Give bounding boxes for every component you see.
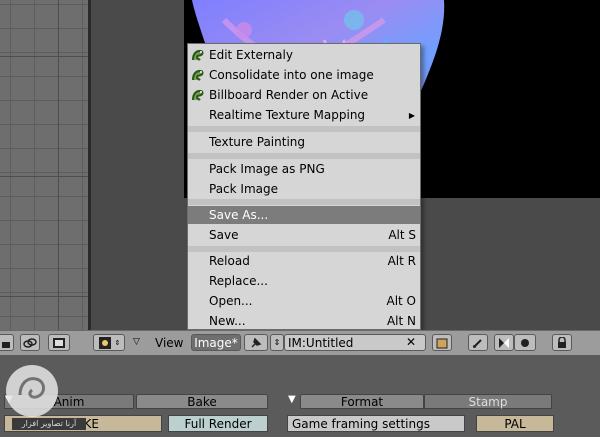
- menu-item-pack-image[interactable]: Pack Image: [188, 180, 420, 198]
- menu-item-consolidate-into-one-image[interactable]: Consolidate into one image: [188, 66, 420, 84]
- link-icon[interactable]: [20, 334, 40, 351]
- menu-item-billboard-render-on-active[interactable]: Billboard Render on Active: [188, 86, 420, 104]
- menu-item-label: Save As...: [209, 208, 269, 222]
- submenu-arrow-icon: ▶: [408, 110, 415, 120]
- menu-item-shortcut: Alt R: [387, 254, 416, 268]
- buttons-window: Anim ▼ Bake BAKE Full Render ▼ Format St…: [0, 355, 600, 437]
- menu-item-pack-image-as-png[interactable]: Pack Image as PNG: [188, 160, 420, 178]
- python-script-icon: [191, 69, 204, 81]
- chevron-updown-icon: ⇕: [114, 338, 121, 347]
- menu-item-label: Save: [209, 228, 239, 242]
- watermark-text: آرنا تصاویر افزار: [12, 418, 86, 430]
- menu-item-label: Consolidate into one image: [209, 68, 374, 82]
- collapse-menus-icon[interactable]: ▽: [133, 337, 140, 347]
- menu-item-shortcut: Alt S: [388, 228, 416, 242]
- python-script-icon: [191, 49, 204, 61]
- left-3d-viewport[interactable]: [0, 0, 88, 330]
- menu-item-label: Texture Painting: [209, 135, 305, 149]
- menu-item-realtime-texture-mapping[interactable]: Realtime Texture Mapping ▶: [188, 106, 420, 124]
- pal-preset-button[interactable]: PAL: [476, 415, 554, 432]
- browse-image-updown-icon[interactable]: ⇕: [270, 334, 284, 351]
- menu-item-label: Realtime Texture Mapping: [209, 108, 366, 122]
- menu-item-texture-painting[interactable]: Texture Painting: [188, 133, 420, 151]
- menu-item-save-as[interactable]: Save As...: [188, 206, 420, 224]
- menu-separator: [188, 126, 420, 132]
- menu-item-label: Open...: [209, 294, 253, 308]
- image-name-field[interactable]: IM:Untitled: [284, 334, 426, 351]
- image-menu-popup: Edit Externaly Consolidate into one imag…: [187, 43, 421, 330]
- menu-item-label: Edit Externaly: [209, 48, 293, 62]
- full-render-button[interactable]: Full Render: [168, 415, 268, 432]
- padlock-icon[interactable]: [552, 334, 572, 351]
- menu-item-label: Reload: [209, 254, 250, 268]
- image-editor-header: ⇕ ▽ View Image* ⇕ IM:Untitled ✕: [0, 330, 600, 356]
- pack-image-icon[interactable]: [432, 334, 452, 351]
- uv-image-editor-icon: [98, 336, 111, 349]
- alpha-channel-icon[interactable]: [494, 334, 514, 351]
- menu-item-label: Pack Image as PNG: [209, 162, 325, 176]
- tab-format[interactable]: Format: [300, 394, 424, 409]
- pin-icon[interactable]: [244, 334, 268, 351]
- texture-paint-brush-icon[interactable]: [468, 334, 488, 351]
- menu-item-new[interactable]: New... Alt N: [188, 312, 420, 330]
- view-menu[interactable]: View: [155, 336, 183, 350]
- tab-bake[interactable]: Bake: [136, 394, 268, 409]
- editor-type-selector[interactable]: ⇕: [93, 334, 125, 351]
- menu-separator: [188, 153, 420, 159]
- watermark-logo: [6, 365, 58, 417]
- menu-separator: [188, 199, 420, 205]
- game-framing-settings-button[interactable]: Game framing settings: [287, 415, 465, 432]
- tab-stamp[interactable]: Stamp: [424, 394, 552, 409]
- record-dot-icon[interactable]: [514, 334, 536, 351]
- menu-item-reload[interactable]: Reload Alt R: [188, 252, 420, 270]
- menu-item-replace[interactable]: Replace...: [188, 272, 420, 290]
- menu-item-label: Replace...: [209, 274, 268, 288]
- menu-item-label: Pack Image: [209, 182, 278, 196]
- image-icon[interactable]: [48, 334, 70, 351]
- menu-item-open[interactable]: Open... Alt O: [188, 292, 420, 310]
- close-icon[interactable]: ✕: [406, 335, 416, 349]
- menu-item-label: New...: [209, 314, 246, 328]
- collapse-triangle-icon[interactable]: ▼: [288, 394, 296, 405]
- menu-item-shortcut: Alt N: [386, 314, 416, 328]
- menu-item-edit-externaly[interactable]: Edit Externaly: [188, 46, 420, 64]
- python-script-icon: [191, 89, 204, 101]
- lock-icon[interactable]: [0, 334, 14, 351]
- image-menu-button[interactable]: Image*: [191, 334, 241, 351]
- menu-item-label: Billboard Render on Active: [209, 88, 369, 102]
- menu-item-shortcut: Alt O: [386, 294, 416, 308]
- menu-item-save[interactable]: Save Alt S: [188, 226, 420, 244]
